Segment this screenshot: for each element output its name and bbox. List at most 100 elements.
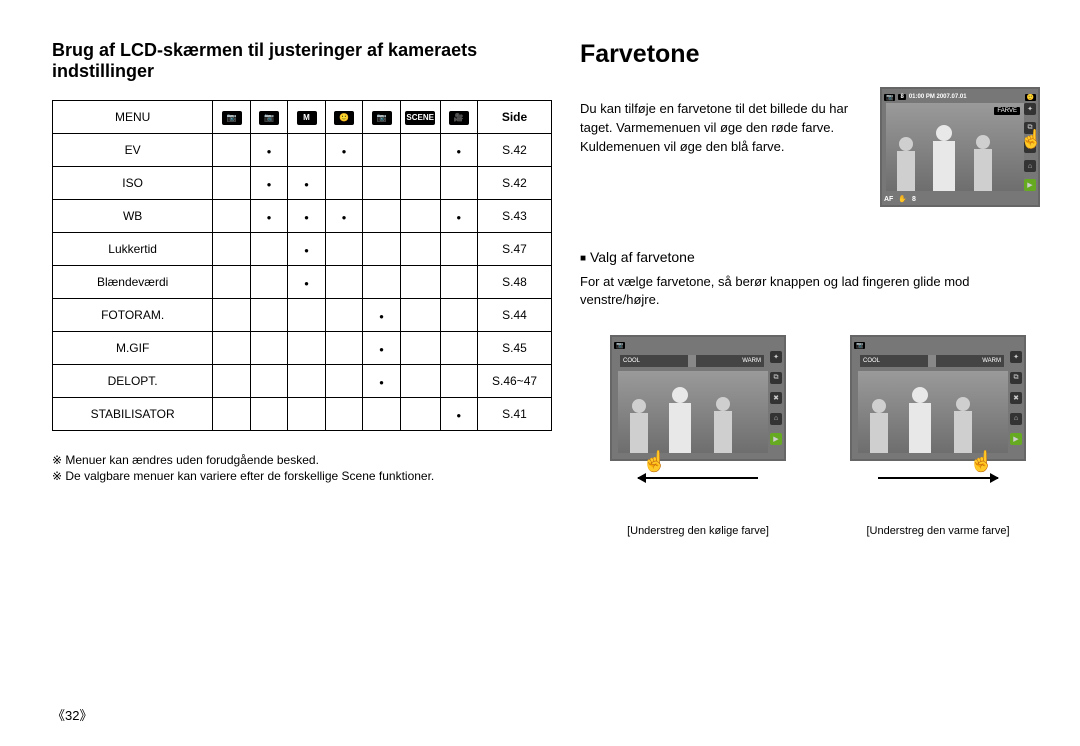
section-head: ■ Valg af farvetone	[580, 249, 1040, 265]
row-cell	[363, 134, 401, 167]
row-cell	[440, 365, 478, 398]
row-cell	[400, 134, 440, 167]
row-cell	[440, 299, 478, 332]
side-btn-4[interactable]: ⌂	[1024, 160, 1036, 172]
left-heading: Brug af LCD-skærmen til justeringer af k…	[52, 40, 552, 82]
row-cell	[288, 266, 326, 299]
row-label: FOTORAM.	[53, 299, 213, 332]
th-mode-3: M	[288, 101, 326, 134]
th-mode-4: 🙂	[325, 101, 363, 134]
touch-hand-icon: ☝	[1020, 129, 1040, 150]
row-cell	[288, 365, 326, 398]
lcd-cam-icon: 📷	[884, 94, 895, 101]
row-cell	[288, 332, 326, 365]
row-cell	[288, 200, 326, 233]
row-label: M.GIF	[53, 332, 213, 365]
row-page: S.42	[478, 134, 552, 167]
row-cell	[250, 200, 288, 233]
row-cell	[363, 200, 401, 233]
th-side: Side	[478, 101, 552, 134]
caption-warm: [Understreg den varme farve]	[850, 525, 1026, 537]
th-mode-5: 📷	[363, 101, 401, 134]
row-page: S.41	[478, 398, 552, 431]
row-cell	[213, 266, 251, 299]
row-cell	[440, 332, 478, 365]
row-cell	[325, 134, 363, 167]
row-cell	[288, 134, 326, 167]
row-cell	[440, 200, 478, 233]
row-cell	[440, 134, 478, 167]
row-cell	[250, 332, 288, 365]
right-heading: Farvetone	[580, 40, 1040, 69]
row-cell	[363, 332, 401, 365]
intro-text: Du kan tilføje en farvetone til det bill…	[580, 100, 862, 194]
row-cell	[288, 299, 326, 332]
row-page: S.45	[478, 332, 552, 365]
row-cell	[250, 266, 288, 299]
lcd-face-icon: 🙂	[1025, 94, 1036, 101]
lcd-hand-icon: ✋	[898, 196, 907, 203]
lcd-preview-cool: 📷 COOL WARM ✦⧉✖⌂▶	[610, 335, 786, 461]
row-cell	[250, 398, 288, 431]
lcd-preview-main: 📷 8 01:00 PM 2007.07.01 🙂 FARVE ✦ ⧉	[880, 87, 1040, 207]
menu-table: MENU 📷 📷 M 🙂 📷 SCENE 🎥 Side EVS.42ISOS.4…	[52, 100, 552, 431]
row-cell	[288, 167, 326, 200]
row-cell	[213, 332, 251, 365]
row-cell	[213, 365, 251, 398]
row-page: S.42	[478, 167, 552, 200]
row-cell	[363, 266, 401, 299]
row-label: DELOPT.	[53, 365, 213, 398]
row-cell	[440, 266, 478, 299]
row-cell	[213, 134, 251, 167]
row-cell	[400, 332, 440, 365]
lcd-af-val: 8	[912, 196, 916, 203]
table-row: EVS.42	[53, 134, 552, 167]
table-row: DELOPT.S.46~47	[53, 365, 552, 398]
row-cell	[440, 233, 478, 266]
row-cell	[363, 398, 401, 431]
row-cell	[363, 299, 401, 332]
swipe-right-icon: ☝	[878, 465, 998, 491]
th-menu: MENU	[53, 101, 213, 134]
row-cell	[250, 299, 288, 332]
table-row: M.GIF S.45	[53, 332, 552, 365]
row-cell	[213, 200, 251, 233]
lcd-af: AF	[884, 196, 893, 203]
row-cell	[250, 134, 288, 167]
tone-slider-warm[interactable]: COOL WARM	[860, 355, 1004, 367]
row-cell	[325, 233, 363, 266]
row-cell	[400, 167, 440, 200]
page-number: 《32》	[52, 705, 92, 724]
lcd-preview-warm: 📷 COOL WARM ✦⧉✖⌂▶	[850, 335, 1026, 461]
section-body: For at vælge farvetone, så berør knappen…	[580, 273, 1040, 309]
table-row: STABILISATOR S.41	[53, 398, 552, 431]
row-cell	[440, 167, 478, 200]
table-row: ISO S.42	[53, 167, 552, 200]
row-cell	[400, 200, 440, 233]
row-cell	[440, 398, 478, 431]
table-row: LukkertidS.47	[53, 233, 552, 266]
swipe-left-icon: ☝	[638, 465, 758, 491]
table-row: BlændeværdiS.48	[53, 266, 552, 299]
side-btn-play[interactable]: ▶	[1024, 179, 1036, 191]
row-cell	[325, 200, 363, 233]
side-btn-1[interactable]: ✦	[1024, 103, 1036, 115]
row-cell	[325, 332, 363, 365]
row-label: ISO	[53, 167, 213, 200]
row-page: S.48	[478, 266, 552, 299]
row-cell	[288, 398, 326, 431]
row-cell	[363, 233, 401, 266]
row-cell	[250, 365, 288, 398]
row-label: STABILISATOR	[53, 398, 213, 431]
row-cell	[400, 266, 440, 299]
caption-cool: [Understreg den kølige farve]	[610, 525, 786, 537]
row-cell	[250, 233, 288, 266]
tone-slider-cool[interactable]: COOL WARM	[620, 355, 764, 367]
row-cell	[400, 398, 440, 431]
row-cell	[325, 398, 363, 431]
farve-chip: FARVE	[994, 107, 1020, 115]
row-cell	[288, 233, 326, 266]
row-page: S.43	[478, 200, 552, 233]
row-cell	[400, 233, 440, 266]
row-cell	[250, 167, 288, 200]
